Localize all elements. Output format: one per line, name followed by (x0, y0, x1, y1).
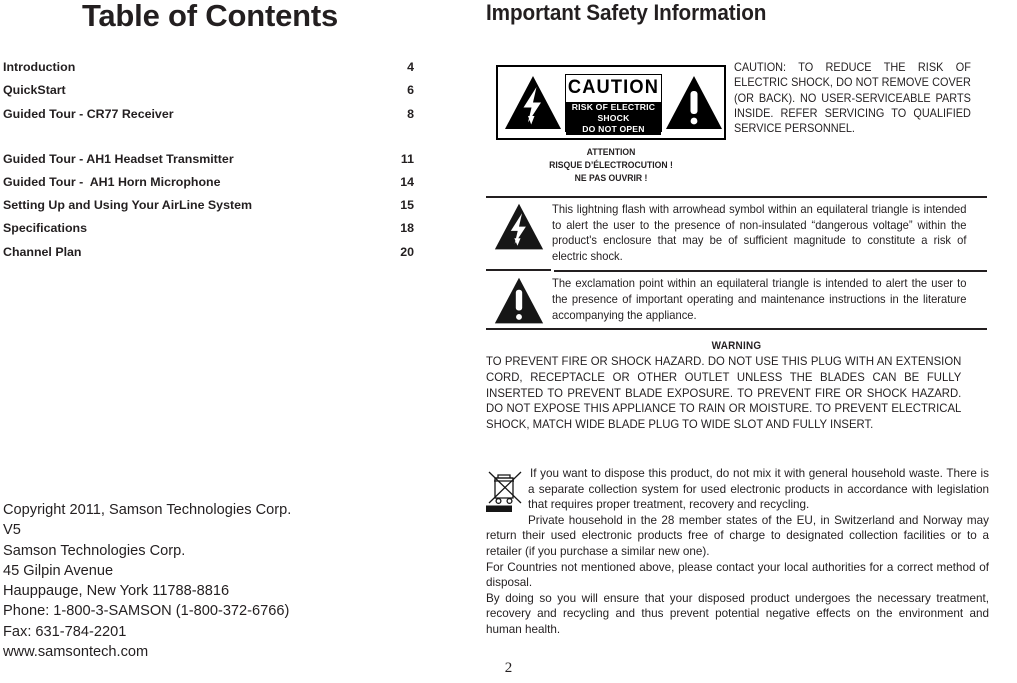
version-line: V5 (3, 522, 21, 539)
symbol-explanation-table: This lightning flash with arrowhead symb… (486, 196, 987, 331)
disposal-paragraph-3: For Countries not mentioned above, pleas… (486, 560, 989, 590)
disposal-paragraph-4: By doing so you will ensure that your di… (486, 591, 989, 636)
toc-entry-guided-tour-ah1-horn-microphone[interactable]: Guided Tour - AH1 Horn Microphone 14 (3, 174, 414, 190)
caution-sub-line-1: RISK OF ELECTRIC SHOCK (571, 101, 656, 123)
warning-paragraph: TO PREVENT FIRE OR SHOCK HAZARD. DO NOT … (486, 354, 962, 432)
caution-center-panel: CAUTION RISK OF ELECTRIC SHOCK DO NOT OP… (565, 73, 662, 135)
phone-line: Phone: 1-800-3-SAMSON (1-800-372-6766) (3, 603, 290, 620)
company-name: Samson Technologies Corp. (3, 542, 186, 559)
lightning-bolt-triangle-icon (486, 198, 552, 252)
city-state-zip: Hauppauge, New York 11788-8816 (3, 583, 230, 600)
toc-list: Introduction 4 QuickStart 6 Guided Tour … (3, 61, 414, 269)
toc-entry-label: Channel Plan (3, 244, 82, 259)
caution-emblem: CAUTION RISK OF ELECTRIC SHOCK DO NOT OP… (496, 65, 726, 140)
safety-information-column: Important Safety Information CAUTION RIS… (485, 0, 990, 683)
toc-entry-label: Introduction (3, 60, 76, 74)
exclamation-triangle-icon (486, 272, 552, 326)
toc-entry-label: QuickStart (3, 83, 66, 98)
symbol-row-lightning: This lightning flash with arrowhead symb… (486, 198, 987, 269)
caution-sub-line-2: DO NOT OPEN (582, 123, 645, 134)
street-address: 45 Gilpin Avenue (3, 562, 114, 579)
toc-entry-guided-tour-cr77-receiver[interactable]: Guided Tour - CR77 Receiver 8 (3, 106, 414, 122)
symbol-row-exclamation: The exclamation point within an equilate… (486, 272, 987, 328)
disposal-block: If you want to dispose this product, do … (486, 466, 989, 638)
symbol-description: This lightning flash with arrowhead symb… (552, 203, 967, 263)
caution-paragraph: CAUTION: TO REDUCE THE RISK OF ELECTRIC … (734, 61, 971, 136)
toc-entry-label: Setting Up and Using Your AirLine System (3, 198, 252, 213)
page-number: 2 (504, 660, 513, 676)
symbol-description: The exclamation point within an equilate… (552, 277, 967, 322)
exclamation-triangle-icon (664, 74, 724, 132)
toc-entry-label: Guided Tour - AH1 Horn Microphone (3, 174, 221, 189)
toc-entry-page: 15 (400, 198, 414, 213)
copyright-block: Copyright 2011, Samson Technologies Corp… (3, 500, 403, 662)
copyright-line: Copyright 2011, Samson Technologies Corp… (3, 502, 292, 518)
toc-entry-page: 14 (400, 174, 414, 189)
toc-entry-label: Guided Tour - CR77 Receiver (3, 106, 174, 121)
disposal-paragraph-1: If you want to dispose this product, do … (528, 467, 989, 512)
disposal-paragraph-2: Private household in the 28 member state… (486, 513, 989, 558)
section-title: Important Safety Information (486, 0, 767, 25)
toc-entry-label: Specifications (3, 221, 88, 236)
toc-entry-page: 18 (400, 221, 414, 236)
fax-line: Fax: 631-784-2201 (3, 623, 127, 640)
toc-entry-page: 20 (400, 244, 414, 259)
toc-entry-page: 11 (400, 151, 414, 166)
toc-entry-guided-tour-ah1-headset-transmitter[interactable]: Guided Tour - AH1 Headset Transmitter 11 (3, 151, 414, 167)
toc-entry-quickstart[interactable]: QuickStart 6 (3, 84, 414, 98)
toc-entry-specifications[interactable]: Specifications 18 (3, 222, 414, 236)
toc-entry-introduction[interactable]: Introduction 4 (3, 61, 414, 75)
toc-entry-channel-plan[interactable]: Channel Plan 20 (3, 244, 414, 260)
attention-line-2: RISQUE D’ÉLECTROCUTION ! (549, 160, 673, 172)
crossed-out-wheeled-bin-icon (486, 471, 522, 512)
divider-bottom (486, 328, 987, 331)
lightning-bolt-triangle-icon (503, 74, 563, 132)
toc-entry-page: 6 (407, 83, 414, 98)
table-of-contents-column: Table of Contents Introduction 4 QuickSt… (0, 0, 420, 683)
toc-entry-page: 8 (407, 106, 414, 121)
warning-heading: WARNING (711, 340, 762, 352)
toc-entry-label: Guided Tour - AH1 Headset Transmitter (3, 151, 234, 166)
caution-subtext: RISK OF ELECTRIC SHOCK DO NOT OPEN (566, 101, 661, 135)
caution-word: CAUTION (567, 77, 660, 98)
toc-entry-setting-up-and-using-your-airline-system[interactable]: Setting Up and Using Your AirLine System… (3, 199, 414, 213)
page-title: Table of Contents (81, 0, 339, 33)
attention-french-block: ATTENTION RISQUE D’ÉLECTROCUTION ! NE PA… (508, 146, 715, 186)
attention-line-1: ATTENTION (586, 147, 636, 158)
toc-entry-page: 4 (407, 60, 414, 74)
attention-line-3: NE PAS OUVRIR ! (574, 173, 648, 185)
